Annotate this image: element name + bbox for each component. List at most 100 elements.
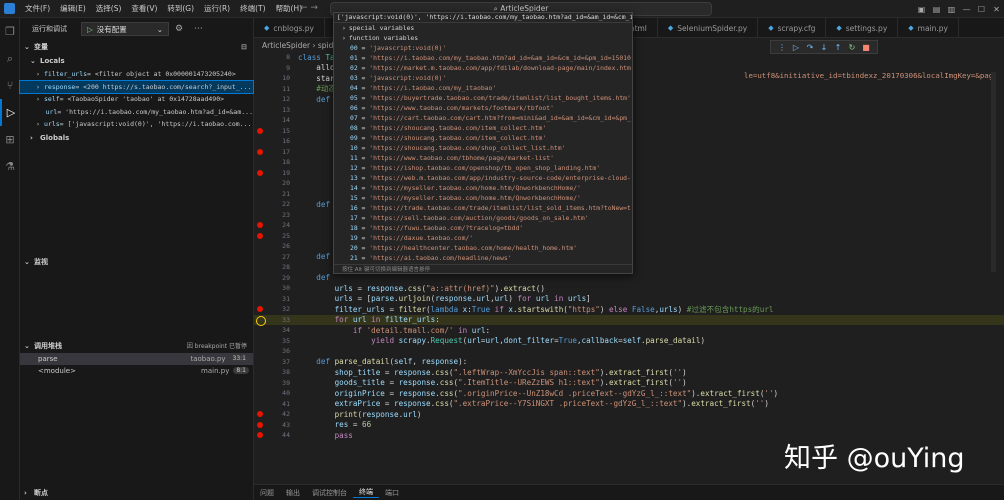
panel-tab[interactable]: 端口 (379, 488, 405, 498)
panel-tab[interactable]: 调试控制台 (306, 488, 353, 498)
hover-list-item[interactable]: 19 = 'https://daxue.taobao.com/' (334, 233, 632, 243)
breakpoint-icon[interactable] (256, 221, 264, 229)
hover-list-item[interactable]: 15 = 'https://myseller.taobao.com/home.h… (334, 193, 632, 203)
hover-list-item[interactable]: 21 = 'https://ai.taobao.com/headline/new… (334, 253, 632, 263)
hover-list-item[interactable]: 18 = 'https://fuwu.taobao.com/?tracelog=… (334, 223, 632, 233)
hover-list-item[interactable]: 16 = 'https://trade.taobao.com/trade/ite… (334, 203, 632, 213)
extensions-icon[interactable]: ⊞ (0, 126, 20, 153)
breakpoint-icon[interactable] (256, 127, 264, 135)
maximize-icon[interactable]: ☐ (974, 5, 989, 14)
locals-scope[interactable]: ⌄ Locals (20, 54, 253, 68)
editor-tab[interactable]: ◆ main.py (898, 18, 959, 38)
callstack-section-header[interactable]: ⌄ 调用堆栈 因 breakpoint 已暂停 (20, 339, 253, 353)
code-line[interactable]: 41 extraPrice = response.css(".extraPric… (254, 399, 1004, 410)
gutter-slot[interactable] (256, 179, 264, 187)
step-into-icon[interactable]: ↓ (817, 43, 831, 52)
sidebar-actions[interactable]: ⚙ ⋯ (175, 24, 207, 34)
gutter-slot[interactable] (256, 368, 264, 376)
hover-list-item[interactable]: 09 = 'https://shoucang.taobao.com/item_c… (334, 133, 632, 143)
code-line[interactable]: 42 print(response.url) (254, 409, 1004, 420)
hover-list-item[interactable]: 11 = 'https://www.taobao.com/tbhome/page… (334, 153, 632, 163)
step-out-icon[interactable]: ↑ (831, 43, 845, 52)
panel-tab[interactable]: 输出 (280, 488, 306, 498)
hover-list-item[interactable]: 02 = 'https://market.m.taobao.com/app/fd… (334, 63, 632, 73)
gutter-slot[interactable] (256, 400, 264, 408)
menu-item[interactable]: 选择(S) (91, 3, 127, 14)
breakpoint-icon[interactable] (256, 232, 264, 240)
gutter-slot[interactable] (256, 284, 264, 292)
variable-row[interactable]: › filter_urls = <filter object at 0x00000… (20, 68, 253, 81)
panel-tab[interactable]: 终端 (353, 487, 379, 498)
menu-item[interactable]: 终端(T) (235, 3, 270, 14)
hover-list-item[interactable]: 06 = 'https://www.taobao.com/markets/foo… (334, 103, 632, 113)
breakpoint-icon[interactable] (256, 169, 264, 177)
menu-item[interactable]: 运行(R) (199, 3, 235, 14)
hover-list-item[interactable]: 20 = 'https://healthcenter.taobao.com/ho… (334, 243, 632, 253)
hover-list-item[interactable]: 08 = 'https://shoucang.taobao.com/item_c… (334, 123, 632, 133)
code-line[interactable]: 33 for url in filter_urls: (254, 314, 1004, 326)
function-variables-row[interactable]: › function variables (334, 33, 632, 43)
code-line[interactable]: 29 def (254, 273, 1004, 284)
panel-toggle-icon[interactable]: ▤ (929, 5, 944, 14)
gutter-slot[interactable] (256, 263, 264, 271)
variable-row[interactable]: › self = <TaobaoSpider 'taobao' at 0x1472… (20, 93, 253, 106)
code-line[interactable]: 37 def parse_datail(self, response): (254, 357, 1004, 368)
code-line[interactable]: 34 if 'detail.tmall.com/' in url: (254, 325, 1004, 336)
hover-list-item[interactable]: 13 = 'https://web.m.taobao.com/app/indus… (334, 173, 632, 183)
layout-icon[interactable]: ▣ (914, 5, 929, 14)
hover-list-item[interactable]: 05 = 'https://buyertrade.taobao.com/trad… (334, 93, 632, 103)
hover-list-item[interactable]: 07 = 'https://cart.taobao.com/cart.htm?f… (334, 113, 632, 123)
scrollbar[interactable] (991, 72, 996, 272)
hover-list-item[interactable]: 14 = 'https://myseller.taobao.com/home.h… (334, 183, 632, 193)
chevron-down-icon[interactable]: ⌄ (157, 25, 163, 34)
variable-hover-popup[interactable]: ['javascript:void(0)', 'https://i.taobao… (333, 12, 633, 274)
editor-tab[interactable]: ◆ scrapy.cfg (758, 18, 827, 38)
editor-tab[interactable]: ◆ SeleniumSpider.py (658, 18, 759, 38)
gutter-slot[interactable] (256, 190, 264, 198)
step-over-icon[interactable]: ↷ (803, 43, 817, 52)
breakpoint-icon[interactable] (256, 410, 264, 418)
run-config-select[interactable]: ▷ 没有配置 ⌄ (81, 22, 169, 36)
stop-icon[interactable]: ■ (859, 43, 873, 52)
menu-item[interactable]: 查看(V) (126, 3, 162, 14)
gutter-slot[interactable] (256, 85, 264, 93)
drag-handle-icon[interactable]: ⋮ (775, 43, 789, 52)
search-icon[interactable]: ⌕ (0, 45, 20, 72)
hover-list-item[interactable]: 01 = 'https://i.taobao.com/my_taobao.htm… (334, 53, 632, 63)
breakpoint-icon[interactable] (256, 431, 264, 439)
testing-icon[interactable]: ⚗ (0, 153, 20, 180)
menu-item[interactable]: 转到(G) (162, 3, 199, 14)
gutter-slot[interactable] (256, 379, 264, 387)
minimize-icon[interactable]: — (959, 5, 974, 14)
variable-row[interactable]: › response = <200 https://s.taobao.com/se… (19, 79, 254, 94)
special-variables-row[interactable]: › special variables (334, 23, 632, 33)
watch-section-header[interactable]: ⌄ 监视 (20, 255, 253, 269)
continue-icon[interactable]: ▷ (789, 43, 803, 52)
breakpoint-icon[interactable] (256, 305, 264, 313)
gutter-slot[interactable] (256, 64, 264, 72)
gutter-slot[interactable] (256, 211, 264, 219)
collapse-all-icon[interactable]: ⊟ (241, 43, 247, 51)
code-line[interactable]: 32 filter_urls = filter(lambda x:True if… (254, 304, 1004, 315)
gutter-slot[interactable] (256, 116, 264, 124)
globals-scope[interactable]: › Globals (20, 131, 253, 145)
gutter-slot[interactable] (256, 106, 264, 114)
code-line[interactable]: 38 shop_title = response.css(".leftWrap-… (254, 367, 1004, 378)
gutter-slot[interactable] (256, 295, 264, 303)
close-icon[interactable]: ✕ (989, 5, 1004, 14)
gutter-slot[interactable] (256, 137, 264, 145)
gutter-slot[interactable] (256, 95, 264, 103)
source-control-icon[interactable]: ⑂ (0, 72, 20, 99)
editor-tab[interactable]: ◆ cnblogs.py (254, 18, 325, 38)
menu-item[interactable]: 文件(F) (20, 3, 55, 14)
code-line[interactable]: 31 urls = [parse.urljoin(response.url,ur… (254, 294, 1004, 305)
gutter-slot[interactable] (256, 347, 264, 355)
breakpoint-icon[interactable] (256, 315, 266, 326)
code-line[interactable]: 40 originPrice = response.css(".originPr… (254, 388, 1004, 399)
panel-tab[interactable]: 问题 (254, 488, 280, 498)
callstack-frame[interactable]: <module> main.py 8:1 (20, 365, 253, 377)
hover-list-item[interactable]: 12 = 'https://ishop.taobao.com/openshop/… (334, 163, 632, 173)
gutter-slot[interactable] (256, 158, 264, 166)
gutter-slot[interactable] (256, 389, 264, 397)
hover-list-item[interactable]: 10 = 'https://shoucang.taobao.com/shop_c… (334, 143, 632, 153)
